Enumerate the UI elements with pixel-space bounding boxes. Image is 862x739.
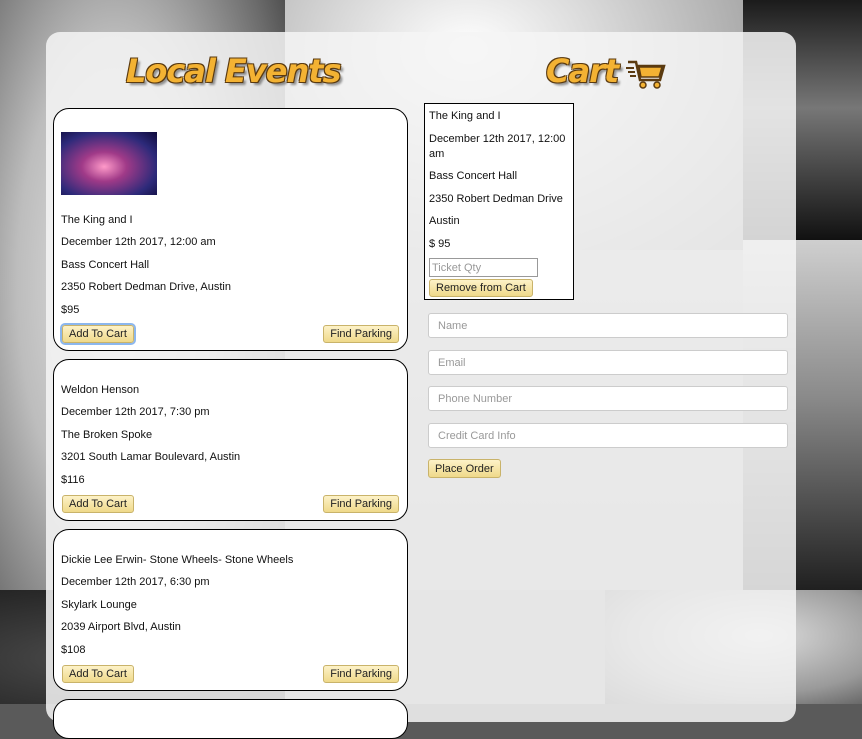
event-date: December 12th 2017, 6:30 pm (61, 576, 210, 588)
cart-item-venue: Bass Concert Hall (429, 170, 518, 182)
find-parking-button[interactable]: Find Parking (323, 665, 399, 683)
cart-heading: Cart (546, 52, 619, 90)
credit-card-input[interactable] (428, 423, 788, 448)
find-parking-button[interactable]: Find Parking (323, 495, 399, 513)
place-order-button[interactable]: Place Order (428, 459, 501, 478)
ticket-qty-input[interactable] (429, 258, 538, 277)
cart-item-date: December 12th 2017, 12:00 (429, 133, 566, 145)
cart-item-name: The King and I (429, 110, 501, 122)
event-card: Dickie Lee Erwin- Stone Wheels- Stone Wh… (53, 529, 408, 691)
cart-item-street: 2350 Robert Dedman Drive (429, 193, 563, 205)
event-venue: The Broken Spoke (61, 429, 153, 441)
event-card: Weldon Henson December 12th 2017, 7:30 p… (53, 359, 408, 521)
event-price: $108 (61, 644, 86, 656)
event-name: Dickie Lee Erwin- Stone Wheels- Stone Wh… (61, 554, 294, 566)
cart-item-city: Austin (429, 215, 460, 227)
event-card: The King and I December 12th 2017, 12:00… (53, 108, 408, 351)
event-address: 2039 Airport Blvd, Austin (61, 621, 181, 633)
event-price: $116 (61, 474, 85, 486)
event-name: The King and I (61, 214, 133, 226)
cart-item: The King and I December 12th 2017, 12:00… (424, 103, 574, 300)
event-name: Weldon Henson (61, 384, 140, 396)
add-to-cart-button[interactable]: Add To Cart (62, 325, 134, 343)
event-venue: Skylark Lounge (61, 599, 137, 611)
cart-item-date-cont: am (429, 148, 445, 160)
add-to-cart-button[interactable]: Add To Cart (62, 665, 134, 683)
event-date: December 12th 2017, 7:30 pm (61, 406, 210, 418)
event-image (61, 132, 157, 195)
event-price: $95 (61, 304, 80, 316)
shopping-cart-icon (626, 60, 666, 89)
remove-from-cart-button[interactable]: Remove from Cart (429, 279, 533, 297)
add-to-cart-button[interactable]: Add To Cart (62, 495, 134, 513)
cart-item-price: $ 95 (429, 238, 451, 250)
name-input[interactable] (428, 313, 788, 338)
event-address: 2350 Robert Dedman Drive, Austin (61, 281, 231, 293)
email-input[interactable] (428, 350, 788, 375)
event-address: 3201 South Lamar Boulevard, Austin (61, 451, 241, 463)
find-parking-button[interactable]: Find Parking (323, 325, 399, 343)
event-card (53, 699, 408, 739)
event-venue: Bass Concert Hall (61, 259, 150, 271)
phone-input[interactable] (428, 386, 788, 411)
event-date: December 12th 2017, 12:00 am (61, 236, 216, 248)
events-heading: Local Events (126, 52, 342, 90)
